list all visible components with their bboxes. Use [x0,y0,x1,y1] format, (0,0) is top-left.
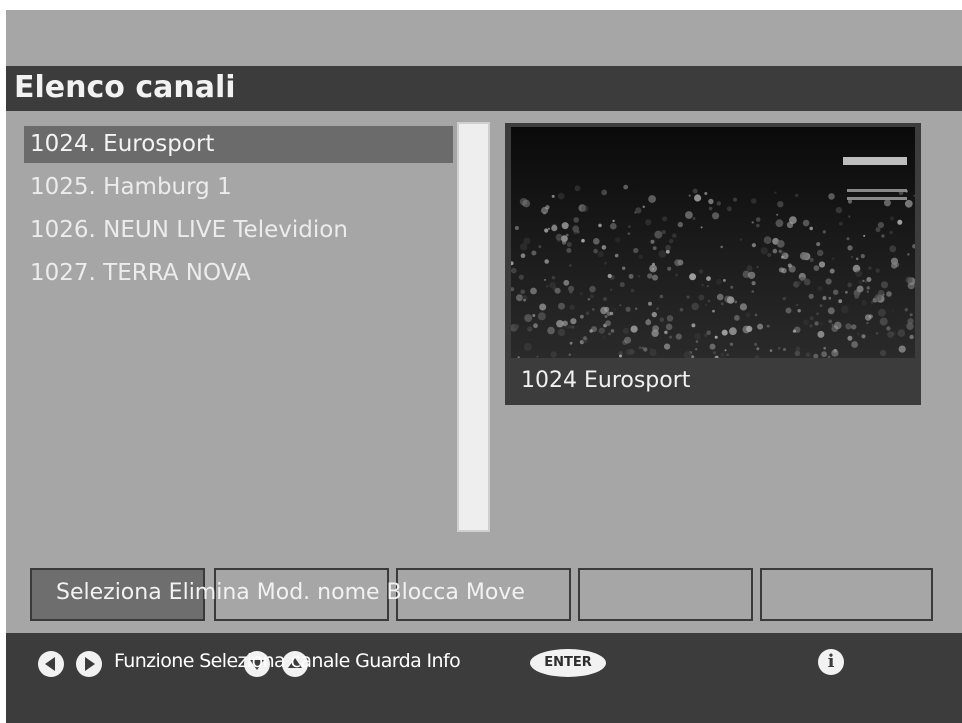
page-title: Elenco canali [14,70,236,105]
channel-logo [843,157,907,165]
channel-item-1025[interactable]: 1025. Hamburg 1 [24,169,453,206]
channel-list: 1024. Eurosport 1025. Hamburg 1 1026. NE… [24,126,454,306]
channel-list-scrollbar[interactable] [457,122,490,532]
function-button-5[interactable] [760,568,933,621]
crowd-image [511,127,915,358]
left-arrow-icon [38,651,64,677]
title-bar: Elenco canali [6,66,962,111]
channel-item-1024[interactable]: 1024. Eurosport [24,126,453,163]
enter-icon: ENTER [530,649,606,677]
channel-item-1026[interactable]: 1026. NEUN LIVE Televidion [24,212,453,249]
help-hint-text: Funzione Seleziona canale Guarda Info [114,650,461,672]
tv-screen: Elenco canali 1024. Eurosport 1025. Hamb… [6,10,962,723]
function-bar-labels: Seleziona Elimina Mod. nome Blocca Move [56,580,525,605]
info-icon: i [818,649,844,675]
preview-video [511,127,915,358]
function-button-4[interactable] [578,568,753,621]
channel-item-1027[interactable]: 1027. TERRA NOVA [24,255,453,292]
channel-preview: 1024 Eurosport [505,123,921,405]
preview-channel-label: 1024 Eurosport [521,368,691,393]
help-bar: Funzione Seleziona canale Guarda Info EN… [6,633,962,723]
right-arrow-icon [76,651,102,677]
